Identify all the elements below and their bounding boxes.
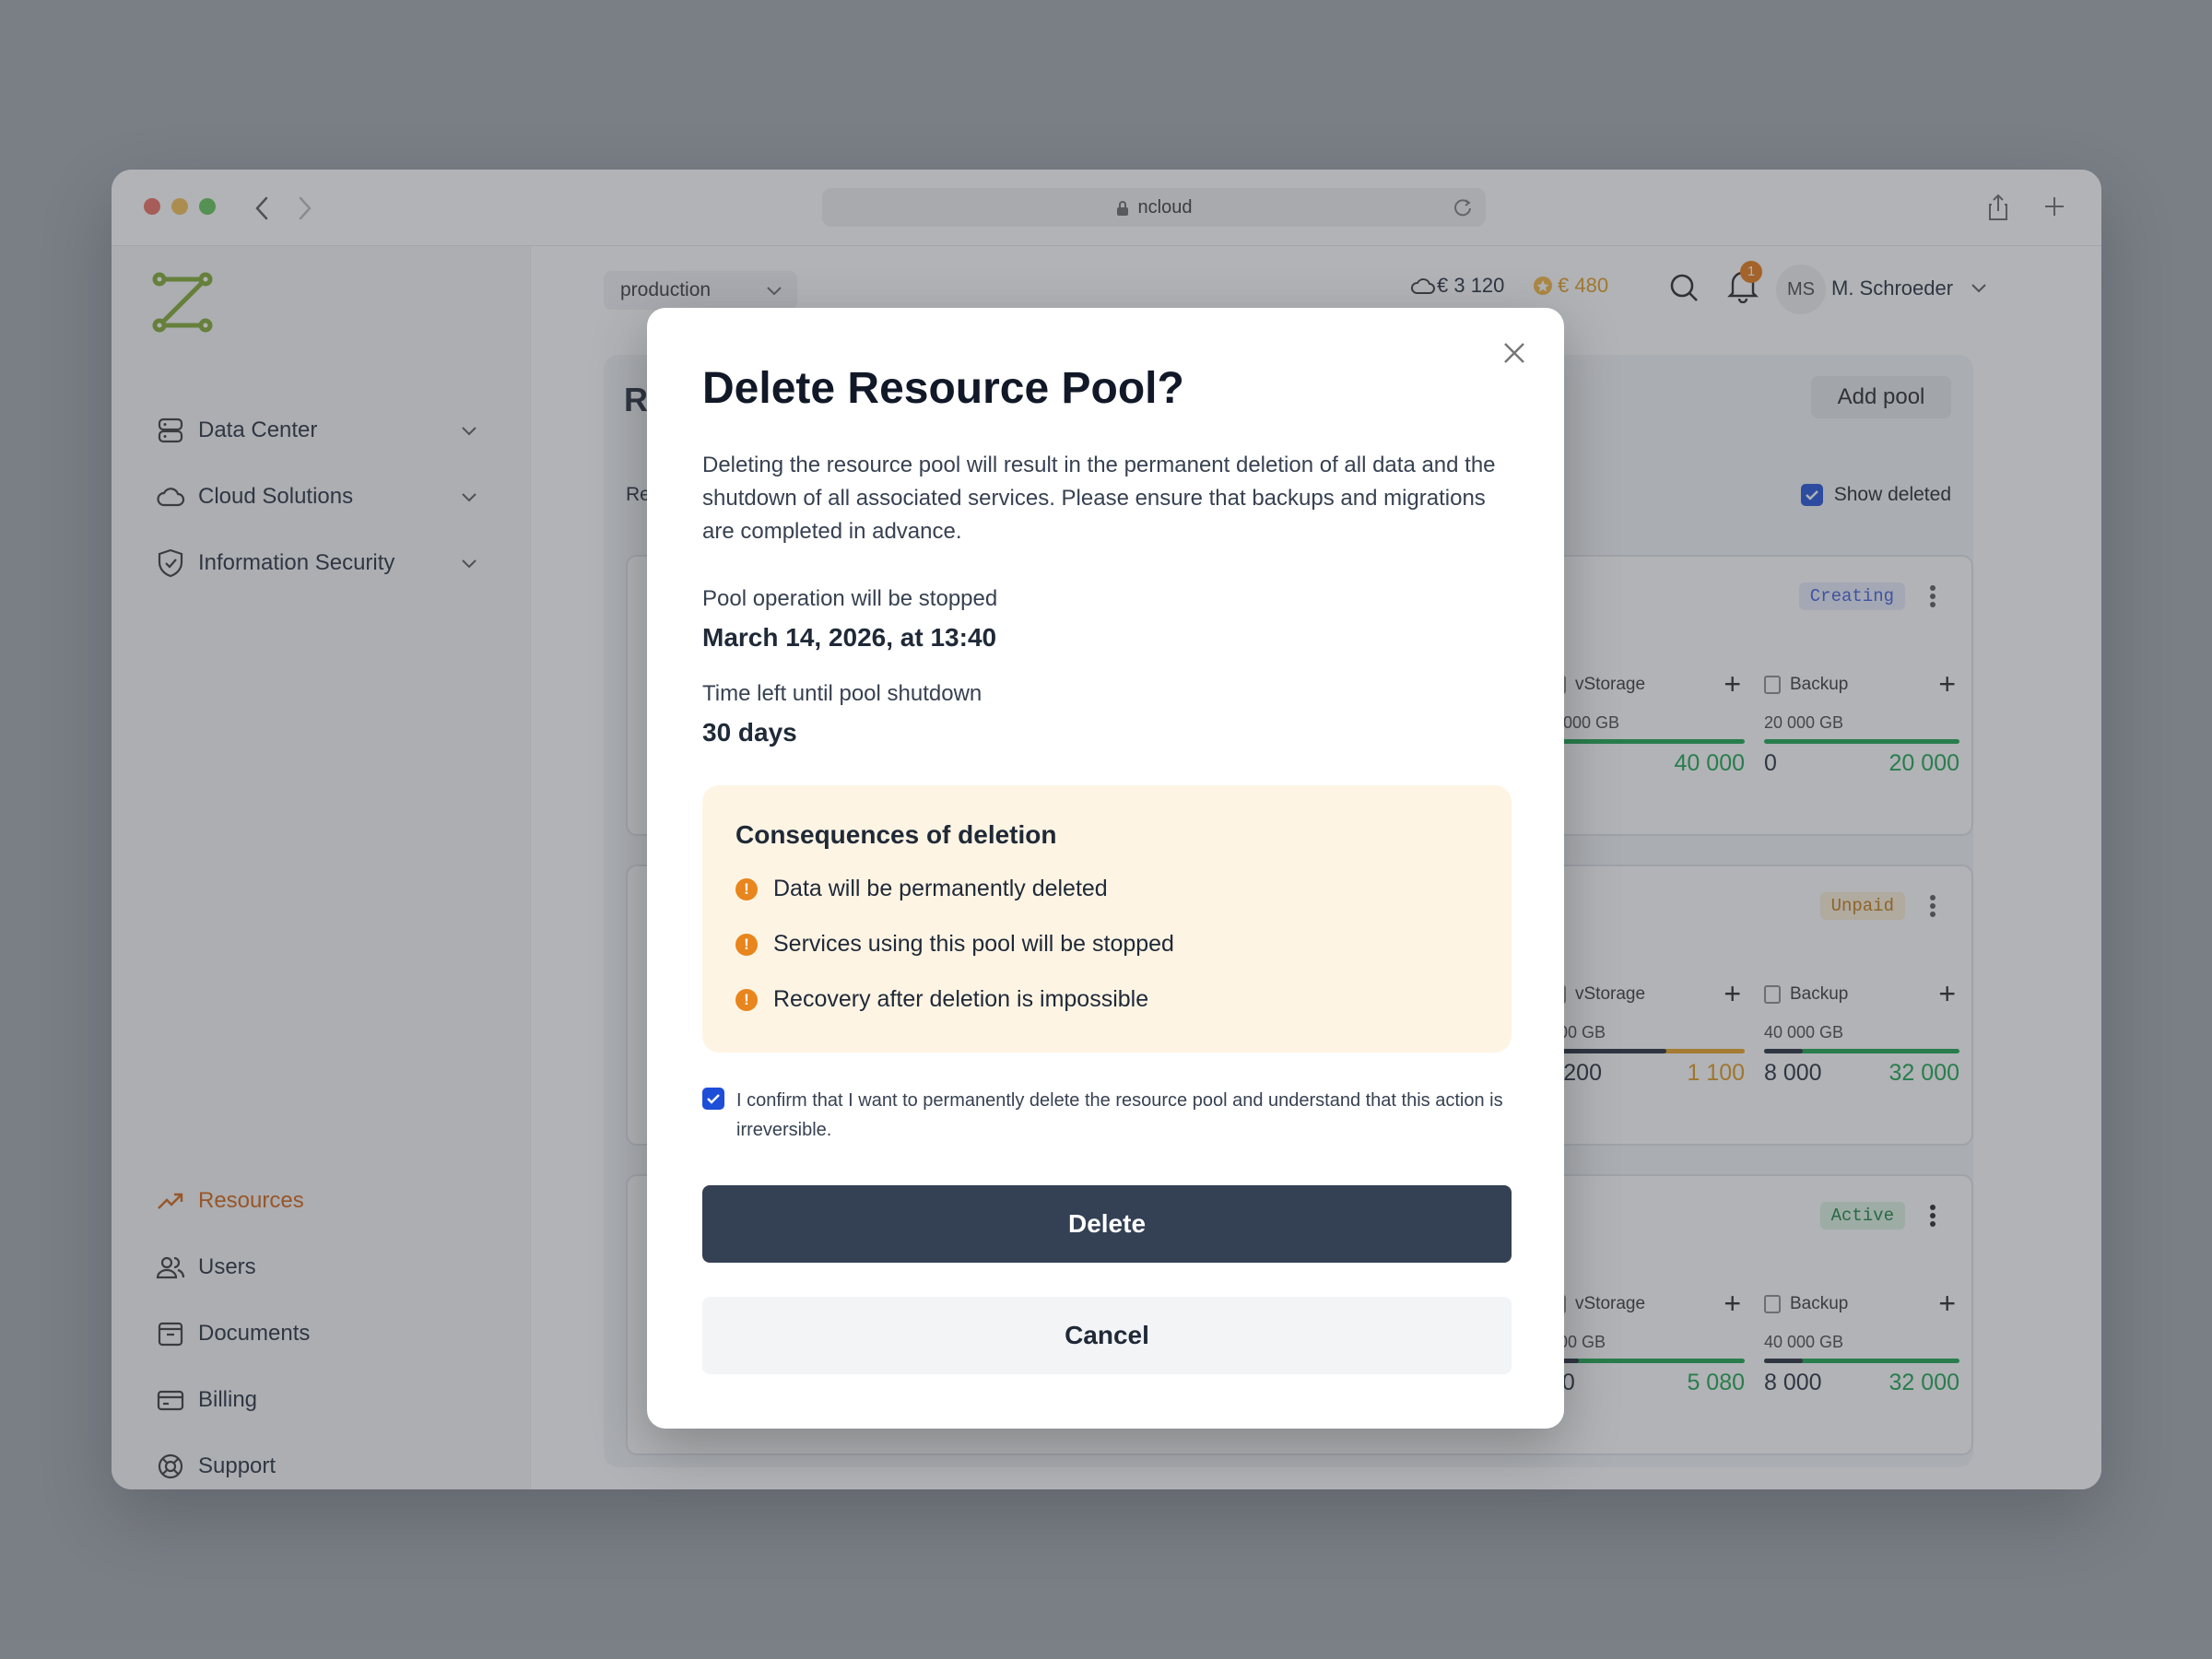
consequences-panel: Consequences of deletion ! Data will be p…: [702, 785, 1512, 1053]
consequences-title: Consequences of deletion: [735, 820, 1057, 849]
consequence-text: Data will be permanently deleted: [773, 876, 1108, 901]
confirm-checkbox-row[interactable]: I confirm that I want to permanently del…: [702, 1086, 1513, 1145]
consequence-item: ! Services using this pool will be stoppe…: [735, 931, 1174, 958]
dialog-description: Deleting the resource pool will result i…: [702, 453, 1496, 544]
stop-date-value: March 14, 2026, at 13:40: [702, 623, 997, 652]
cancel-button[interactable]: Cancel: [702, 1297, 1512, 1374]
delete-pool-dialog: Delete Resource Pool? Deleting the resou…: [647, 308, 1564, 1429]
consequence-text: Recovery after deletion is impossible: [773, 986, 1149, 1012]
consequence-text: Services using this pool will be stopped: [773, 931, 1174, 957]
consequence-item: ! Data will be permanently deleted: [735, 876, 1108, 902]
delete-button[interactable]: Delete: [702, 1185, 1512, 1263]
stop-date-label: Pool operation will be stopped: [702, 586, 998, 611]
time-left-value: 30 days: [702, 718, 797, 747]
confirm-text: I confirm that I want to permanently del…: [736, 1090, 1503, 1140]
warning-icon: !: [735, 988, 758, 1011]
warning-icon: !: [735, 877, 758, 900]
dialog-title: Delete Resource Pool?: [702, 364, 1184, 413]
warning-icon: !: [735, 933, 758, 956]
close-icon[interactable]: [1502, 341, 1526, 365]
confirm-checkbox[interactable]: [702, 1088, 724, 1110]
time-left-label: Time left until pool shutdown: [702, 681, 982, 706]
consequence-item: ! Recovery after deletion is impossible: [735, 986, 1148, 1013]
